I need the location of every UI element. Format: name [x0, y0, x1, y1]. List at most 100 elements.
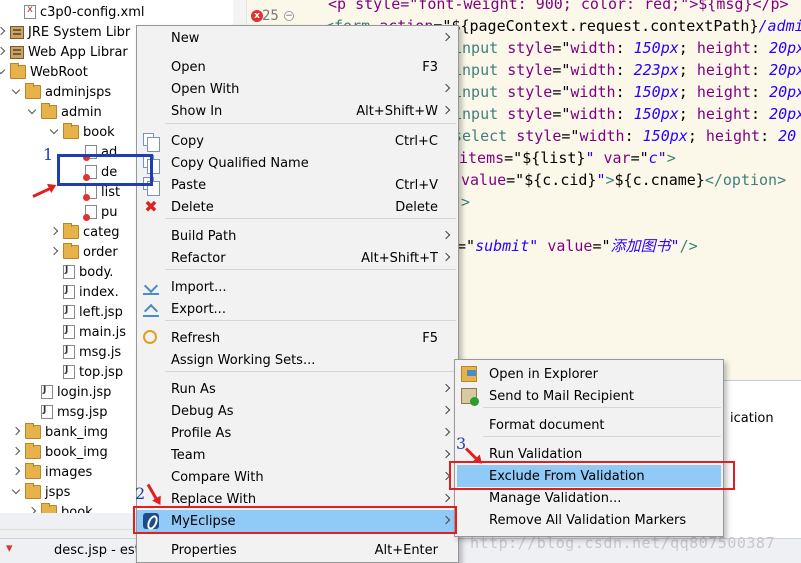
- tree-item[interactable]: adminjsps: [11, 82, 111, 102]
- collapse-arrow-icon[interactable]: [11, 427, 21, 437]
- menu-item-copy-qualified-name[interactable]: Copy Qualified Name: [137, 152, 458, 174]
- menu-item-show-in[interactable]: Show In Alt+Shift+W: [137, 100, 458, 122]
- code-line[interactable]: input style="width: 223px; height: 20px: [453, 59, 801, 81]
- tree-item[interactable]: top.jsp: [49, 362, 123, 382]
- tree-item[interactable]: WebRoot: [0, 62, 88, 82]
- menu-item-copy[interactable]: Copy Ctrl+C: [137, 130, 458, 152]
- tree-item[interactable]: jsps: [11, 482, 70, 502]
- menu-item-paste[interactable]: Paste Ctrl+V: [137, 174, 458, 196]
- menu-item-new[interactable]: New: [137, 27, 458, 49]
- submenu-item-remove-all-validation-markers[interactable]: Remove All Validation Markers: [455, 509, 723, 531]
- menu-item-export[interactable]: Export...: [137, 298, 458, 320]
- annotation-box-step3: [449, 461, 735, 490]
- code-token: ;: [678, 39, 697, 57]
- code-line[interactable]: value="${c.cid}">${c.cname}</option>: [461, 169, 786, 191]
- chevron-right-icon: [441, 230, 451, 240]
- tree-item[interactable]: index.: [49, 282, 119, 302]
- tree-item[interactable]: login.jsp: [27, 382, 111, 402]
- collapse-arrow-icon[interactable]: [11, 467, 21, 477]
- submenu-item-manage-validation[interactable]: Manage Validation...: [455, 487, 723, 509]
- tree-item[interactable]: bank_img: [11, 422, 108, 442]
- submenu-item-format-document[interactable]: Format document: [455, 414, 723, 436]
- code-token: c": [648, 149, 667, 167]
- submenu-item-label: Open in Explorer: [489, 366, 598, 382]
- tree-item[interactable]: msg.jsp: [27, 402, 107, 422]
- collapse-arrow-icon[interactable]: [0, 47, 6, 57]
- submenu-item-send-to-mail-recipient[interactable]: Send to Mail Recipient: [455, 385, 723, 407]
- menu-item-refactor[interactable]: Refactor Alt+Shift+T: [137, 247, 458, 269]
- tree-item[interactable]: body.: [49, 262, 113, 282]
- code-line[interactable]: select style="width: 150px; height: 20: [453, 125, 796, 147]
- code-line[interactable]: items="${list}" var="c">: [459, 147, 676, 169]
- tree-item[interactable]: msg.js: [49, 342, 121, 362]
- expand-arrow-icon[interactable]: [11, 87, 21, 97]
- code-line[interactable]: input style="width: 150px; height: 20px: [453, 37, 801, 59]
- tree-item[interactable]: pu: [71, 202, 118, 222]
- tree-item-label: body.: [79, 264, 114, 280]
- menu-item-label: Properties: [171, 542, 237, 558]
- collapse-arrow-icon[interactable]: [11, 447, 21, 457]
- code-token: items: [459, 149, 505, 167]
- menu-item-team[interactable]: Team: [137, 444, 458, 466]
- menu-item-delete[interactable]: ✖ Delete Delete: [137, 196, 458, 218]
- menu-item-open-with[interactable]: Open With: [137, 78, 458, 100]
- code-token: =": [457, 237, 476, 255]
- menu-item-label: Team: [171, 447, 206, 463]
- menu-item-run-as[interactable]: Run As: [137, 378, 458, 400]
- code-token: width: [570, 83, 616, 101]
- code-line[interactable]: input style="width: 150px; height: 20px: [453, 81, 801, 103]
- tree-item[interactable]: Web App Librar: [0, 42, 128, 62]
- menu-item-label: Replace With: [171, 491, 257, 507]
- menu-item-import[interactable]: Import...: [137, 276, 458, 298]
- expand-arrow-icon[interactable]: [0, 67, 6, 77]
- jsp-error-icon: [83, 205, 97, 221]
- myeclipse-submenu[interactable]: Open in Explorer Send to Mail Recipient Fo…: [454, 359, 724, 537]
- status-dropdown-icon[interactable]: ▾: [6, 541, 13, 556]
- menu-item-label: Refactor: [171, 250, 226, 266]
- tree-item[interactable]: book_img: [11, 442, 108, 462]
- menu-item-open[interactable]: Open F3: [137, 56, 458, 78]
- expand-arrow-icon[interactable]: [27, 107, 37, 117]
- code-token: height: [696, 61, 752, 79]
- tree-item[interactable]: images: [11, 462, 92, 482]
- context-menu[interactable]: New Open F3 Open With Show In Alt+Shift+W Copy…: [136, 25, 459, 563]
- submenu-item-open-in-explorer[interactable]: Open in Explorer: [455, 363, 723, 385]
- menu-item-label: Export...: [171, 301, 226, 317]
- tree-item[interactable]: admin: [27, 102, 102, 122]
- expand-arrow-icon[interactable]: [11, 487, 21, 497]
- code-token: />: [679, 237, 698, 255]
- collapse-arrow-icon[interactable]: [49, 227, 59, 237]
- tree-item[interactable]: main.js: [49, 322, 126, 342]
- code-line[interactable]: >: [461, 191, 470, 213]
- tree-item[interactable]: c3p0-config.xml: [10, 2, 145, 22]
- menu-separator: [483, 407, 721, 408]
- tree-item[interactable]: JRE System Libr: [0, 22, 130, 42]
- expand-arrow-icon[interactable]: [49, 127, 59, 137]
- code-line[interactable]: input style="width: 150px; height: 20px: [453, 103, 801, 125]
- tree-item[interactable]: order: [49, 242, 118, 262]
- tree-item[interactable]: book: [49, 122, 115, 142]
- menu-item-profile-as[interactable]: Profile As: [137, 422, 458, 444]
- collapse-arrow-icon[interactable]: [0, 27, 6, 37]
- tree-item[interactable]: categ: [49, 222, 119, 242]
- code-token: width: [570, 61, 616, 79]
- menu-item-properties[interactable]: Properties Alt+Enter: [137, 539, 458, 561]
- code-line[interactable]: ="submit" value="添加图书"/>: [457, 235, 698, 257]
- code-line[interactable]: <p style="font-weight: 900; color: red;"…: [328, 0, 789, 15]
- menu-item-shortcut: F3: [422, 59, 438, 75]
- tree-item-label: book: [83, 124, 115, 140]
- tree-item-label: book_img: [45, 444, 108, 460]
- code-token: ${pageContext.request.contextPath}: [451, 17, 759, 35]
- menu-item-label: Run As: [171, 381, 216, 397]
- menu-item-debug-as[interactable]: Debug As: [137, 400, 458, 422]
- menu-item-build-path[interactable]: Build Path: [137, 225, 458, 247]
- menu-item-refresh[interactable]: Refresh F5: [137, 327, 458, 349]
- menu-separator: [165, 371, 456, 372]
- fold-collapse-icon[interactable]: −: [284, 11, 294, 21]
- chevron-right-icon: [441, 449, 451, 459]
- menu-item-shortcut: F5: [422, 330, 438, 346]
- tree-item[interactable]: left.jsp: [49, 302, 123, 322]
- collapse-arrow-icon[interactable]: [49, 247, 59, 257]
- menu-item-compare-with[interactable]: Compare With: [137, 466, 458, 488]
- menu-item-assign-working-sets[interactable]: Assign Working Sets...: [137, 349, 458, 371]
